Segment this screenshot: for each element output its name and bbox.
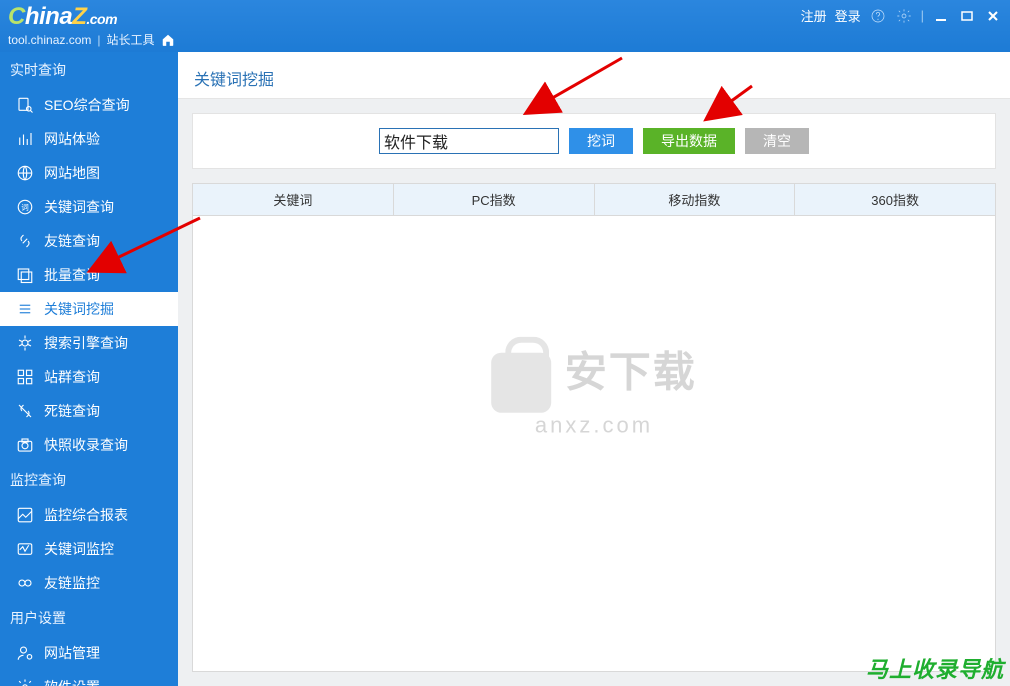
gear-icon xyxy=(16,678,34,686)
sidebar-group-realtime: 实时查询 xyxy=(0,52,178,88)
page-title: 关键词挖掘 xyxy=(178,52,1010,99)
sidebar-item-search-engine[interactable]: 搜索引擎查询 xyxy=(0,326,178,360)
minimize-icon[interactable] xyxy=(932,7,950,25)
keyword-icon: 词 xyxy=(16,198,34,216)
col-keyword: 关键词 xyxy=(193,184,394,215)
header-separator: | xyxy=(921,8,924,23)
watermark: 安下载 anxz.com xyxy=(491,338,697,439)
toolbar: 挖词 导出数据 清空 xyxy=(192,113,996,169)
home-icon[interactable] xyxy=(161,33,175,47)
dig-button[interactable]: 挖词 xyxy=(569,128,633,154)
login-link[interactable]: 登录 xyxy=(835,6,861,25)
header-right: 注册 登录 | xyxy=(801,6,1002,25)
sidebar-item-seo[interactable]: SEO综合查询 xyxy=(0,88,178,122)
spider-icon xyxy=(16,334,34,352)
help-icon[interactable] xyxy=(869,7,887,25)
promo-tag: 马上收录导航 xyxy=(866,652,1004,684)
col-360-index: 360指数 xyxy=(795,184,995,215)
sidebar-item-label: 友链查询 xyxy=(44,231,100,251)
chart-icon xyxy=(16,506,34,524)
logo-tagline: 站长工具 xyxy=(107,31,155,48)
sidebar-item-keyword-mining[interactable]: 关键词挖掘 xyxy=(0,292,178,326)
sidebar-item-label: 网站体验 xyxy=(44,129,100,149)
sidebar-item-deadlink[interactable]: 死链查询 xyxy=(0,394,178,428)
bars-icon xyxy=(16,130,34,148)
sidebar-item-friendlink-monitor[interactable]: 友链监控 xyxy=(0,566,178,600)
sidebar-item-keyword-monitor[interactable]: 关键词监控 xyxy=(0,532,178,566)
sidebar-item-label: 快照收录查询 xyxy=(44,435,128,455)
pulse-icon xyxy=(16,540,34,558)
grid-icon xyxy=(16,368,34,386)
sidebar-item-label: 批量查询 xyxy=(44,265,100,285)
sidebar-group-user: 用户设置 xyxy=(0,600,178,636)
logo-domain: tool.chinaz.com xyxy=(8,33,91,47)
sidebar-item-monitor-report[interactable]: 监控综合报表 xyxy=(0,498,178,532)
watermark-big: 安下载 xyxy=(565,348,697,395)
sidebar-item-label: 软件设置 xyxy=(44,677,100,686)
sidebar-item-label: 关键词挖掘 xyxy=(44,299,114,319)
sidebar: 实时查询 SEO综合查询 网站体验 网站地图 词 关键词查询 友链查询 批量查询… xyxy=(0,52,178,686)
user-gear-icon xyxy=(16,644,34,662)
sidebar-item-keyword-query[interactable]: 词 关键词查询 xyxy=(0,190,178,224)
results-table: 关键词 PC指数 移动指数 360指数 安下载 anxz.com xyxy=(192,183,996,672)
sidebar-item-friendlink[interactable]: 友链查询 xyxy=(0,224,178,258)
list-icon xyxy=(16,300,34,318)
sidebar-item-label: 网站管理 xyxy=(44,643,100,663)
maximize-icon[interactable] xyxy=(958,7,976,25)
sidebar-item-batch[interactable]: 批量查询 xyxy=(0,258,178,292)
sidebar-item-sitegroup[interactable]: 站群查询 xyxy=(0,360,178,394)
close-icon[interactable] xyxy=(984,7,1002,25)
globe-icon xyxy=(16,164,34,182)
logo-subline: tool.chinaz.com | 站长工具 xyxy=(8,31,175,48)
sidebar-item-label: 死链查询 xyxy=(44,401,100,421)
svg-text:词: 词 xyxy=(21,203,29,212)
camera-icon xyxy=(16,436,34,454)
sidebar-item-label: 友链监控 xyxy=(44,573,100,593)
sidebar-item-site-exp[interactable]: 网站体验 xyxy=(0,122,178,156)
sidebar-item-software-settings[interactable]: 软件设置 xyxy=(0,670,178,686)
sidebar-item-label: 站群查询 xyxy=(44,367,100,387)
logo-divider: | xyxy=(97,33,100,47)
search-doc-icon xyxy=(16,96,34,114)
sidebar-item-label: 监控综合报表 xyxy=(44,505,128,525)
sidebar-item-snapshot[interactable]: 快照收录查询 xyxy=(0,428,178,462)
col-mobile-index: 移动指数 xyxy=(595,184,796,215)
clear-button[interactable]: 清空 xyxy=(745,128,809,154)
main-panel: 关键词挖掘 挖词 导出数据 清空 关键词 PC指数 移动指数 360指数 安下载… xyxy=(178,52,1010,686)
export-button[interactable]: 导出数据 xyxy=(643,128,735,154)
keyword-input[interactable] xyxy=(379,128,559,154)
logo-block: ChinaZ.com tool.chinaz.com | 站长工具 xyxy=(8,4,175,48)
sidebar-item-label: 关键词查询 xyxy=(44,197,114,217)
settings-icon[interactable] xyxy=(895,7,913,25)
table-header: 关键词 PC指数 移动指数 360指数 xyxy=(193,184,995,216)
batch-icon xyxy=(16,266,34,284)
logo-main: ChinaZ.com xyxy=(8,4,175,29)
link-monitor-icon xyxy=(16,574,34,592)
watermark-small: anxz.com xyxy=(491,413,697,439)
sidebar-item-label: 关键词监控 xyxy=(44,539,114,559)
lock-icon xyxy=(491,353,551,413)
broken-link-icon xyxy=(16,402,34,420)
app-header: ChinaZ.com tool.chinaz.com | 站长工具 注册 登录 … xyxy=(0,0,1010,52)
sidebar-item-site-manage[interactable]: 网站管理 xyxy=(0,636,178,670)
col-pc-index: PC指数 xyxy=(394,184,595,215)
sidebar-group-monitor: 监控查询 xyxy=(0,462,178,498)
register-link[interactable]: 注册 xyxy=(801,6,827,25)
sidebar-item-sitemap[interactable]: 网站地图 xyxy=(0,156,178,190)
sidebar-item-label: 网站地图 xyxy=(44,163,100,183)
sidebar-item-label: SEO综合查询 xyxy=(44,95,130,115)
link-icon xyxy=(16,232,34,250)
sidebar-item-label: 搜索引擎查询 xyxy=(44,333,128,353)
